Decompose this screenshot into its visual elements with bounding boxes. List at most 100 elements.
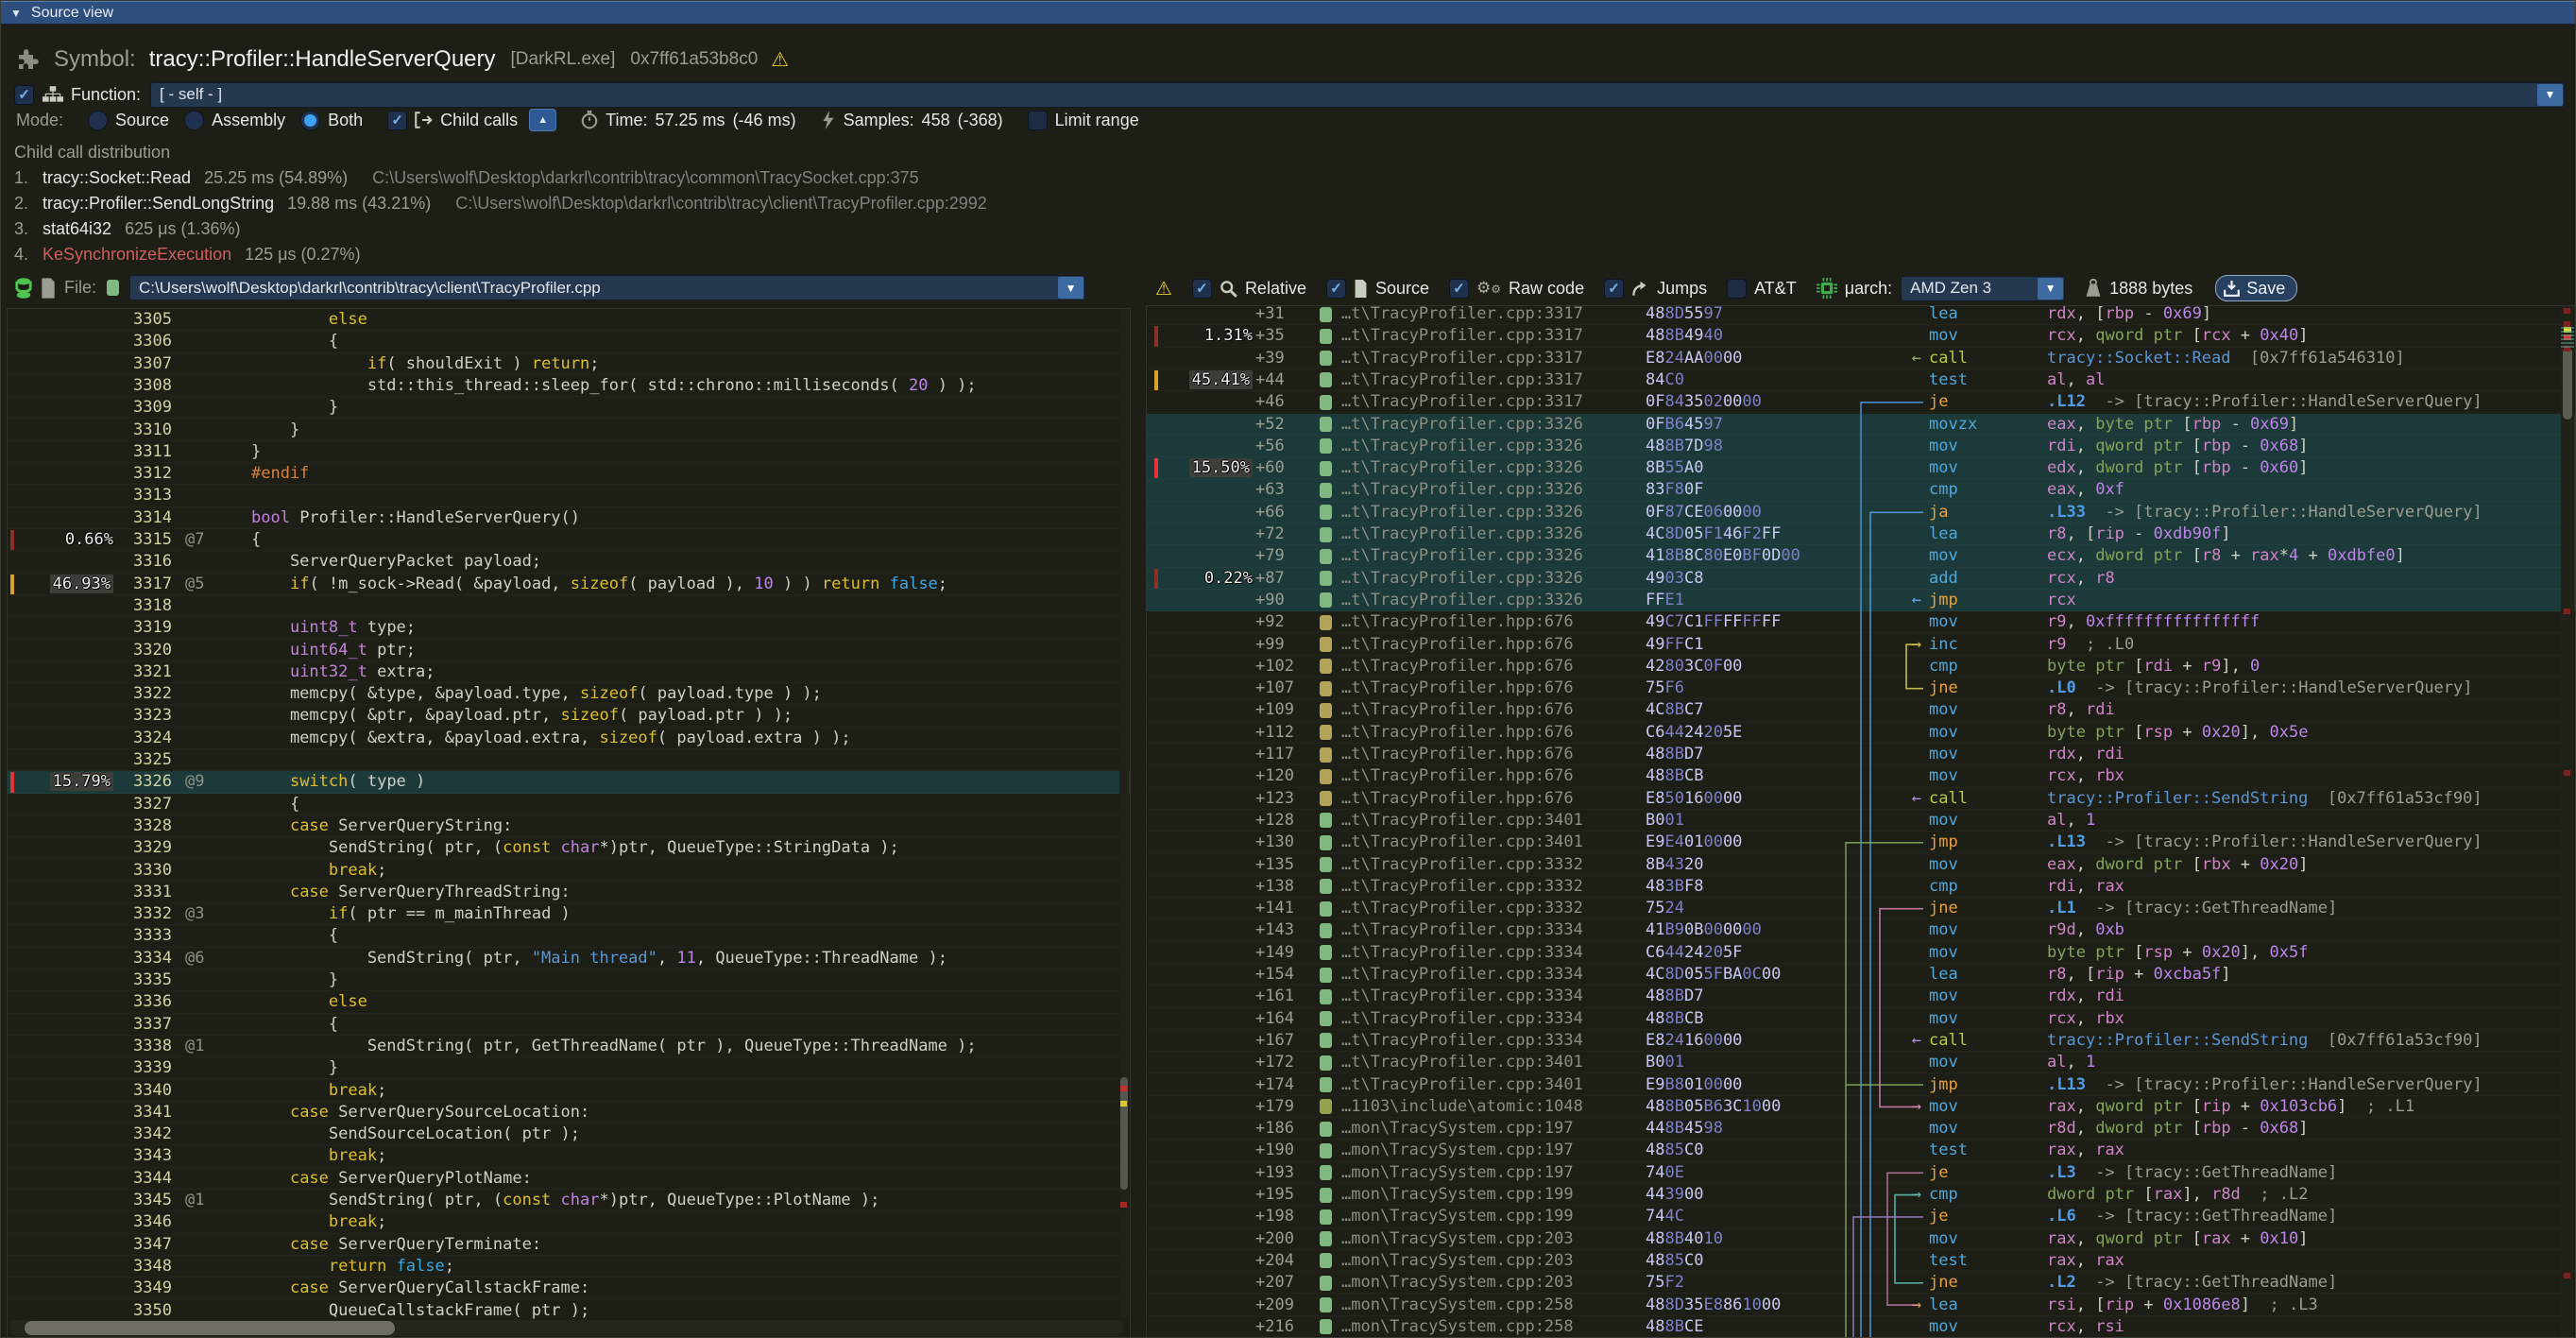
- source-line-row[interactable]: 3337 {: [8, 1014, 1130, 1036]
- asm-row[interactable]: +209 …mon\TracySystem.cpp:258 488D35E886…: [1147, 1295, 2576, 1316]
- source-line-row[interactable]: 3305 else: [8, 309, 1130, 331]
- asm-row[interactable]: +39 …t\TracyProfiler.cpp:3317 E824AA0000…: [1147, 348, 2576, 369]
- source-line-row[interactable]: 3332@3 if( ptr == m_mainThread ): [8, 903, 1130, 925]
- asm-row[interactable]: +46 …t\TracyProfiler.cpp:3317 0F84350200…: [1147, 391, 2576, 413]
- asm-row[interactable]: +172 …t\TracyProfiler.cpp:3401 B001 mov …: [1147, 1052, 2576, 1073]
- source-line-row[interactable]: 3331 case ServerQueryThreadString:: [8, 882, 1130, 903]
- child-call-row[interactable]: 4. KeSynchronizeExecution 125 μs (0.27%): [14, 242, 1903, 267]
- save-button[interactable]: Save: [2215, 275, 2297, 301]
- asm-row[interactable]: +120 …t\TracyProfiler.hpp:676 488BCB mov…: [1147, 765, 2576, 787]
- asm-row[interactable]: +107 …t\TracyProfiler.hpp:676 75F6 jne .…: [1147, 678, 2576, 699]
- att-checkbox[interactable]: ✓ AT&T: [1727, 279, 1797, 299]
- asm-row[interactable]: 0.22% +87 …t\TracyProfiler.cpp:3326 4903…: [1147, 568, 2576, 590]
- asm-row[interactable]: +52 …t\TracyProfiler.cpp:3326 0FB64597 m…: [1147, 414, 2576, 436]
- radio-both[interactable]: Both: [300, 111, 363, 130]
- source-line-row[interactable]: 3314 bool Profiler::HandleServerQuery(): [8, 507, 1130, 529]
- source-vertical-scrollbar[interactable]: [1119, 309, 1129, 1318]
- source-line-row[interactable]: 3349 case ServerQueryCallstackFrame:: [8, 1278, 1130, 1299]
- source-line-row[interactable]: 3346 break;: [8, 1211, 1130, 1233]
- asm-row[interactable]: +135 …t\TracyProfiler.cpp:3332 8B4320 mo…: [1147, 854, 2576, 876]
- asm-row[interactable]: +179 …1103\include\atomic:1048 488B05B63…: [1147, 1096, 2576, 1118]
- asm-row[interactable]: +216 …mon\TracySystem.cpp:258 488BCE mov…: [1147, 1316, 2576, 1338]
- asm-row[interactable]: +149 …t\TracyProfiler.cpp:3334 C64424205…: [1147, 942, 2576, 964]
- asm-row[interactable]: +186 …mon\TracySystem.cpp:197 448B4598 m…: [1147, 1118, 2576, 1140]
- source-line-row[interactable]: 3341 case ServerQuerySourceLocation:: [8, 1102, 1130, 1124]
- asm-row[interactable]: +123 …t\TracyProfiler.hpp:676 E850160000…: [1147, 788, 2576, 810]
- asm-row[interactable]: +112 …t\TracyProfiler.hpp:676 C64424205E…: [1147, 722, 2576, 744]
- source-line-row[interactable]: 3310 }: [8, 420, 1130, 441]
- scrollbar-thumb[interactable]: [2563, 348, 2572, 420]
- source-line-row[interactable]: 3309 }: [8, 397, 1130, 419]
- asm-row[interactable]: +143 …t\TracyProfiler.cpp:3334 41B90B000…: [1147, 919, 2576, 941]
- source-line-row[interactable]: 3339 }: [8, 1057, 1130, 1079]
- source-line-row[interactable]: 46.93%3317@5 if( !m_sock->Read( &payload…: [8, 574, 1130, 595]
- child-calls-checkbox[interactable]: ✓ Child calls: [387, 111, 518, 130]
- asm-row[interactable]: +161 …t\TracyProfiler.cpp:3334 488BD7 mo…: [1147, 986, 2576, 1007]
- asm-row[interactable]: +195 …mon\TracySystem.cpp:199 443900→ cm…: [1147, 1184, 2576, 1206]
- asm-row[interactable]: +141 …t\TracyProfiler.cpp:3332 7524 jne …: [1147, 898, 2576, 919]
- asm-row[interactable]: +190 …mon\TracySystem.cpp:197 4885C0 tes…: [1147, 1140, 2576, 1161]
- asm-row[interactable]: +79 …t\TracyProfiler.cpp:3326 418B8C80E0…: [1147, 545, 2576, 567]
- asm-row[interactable]: +72 …t\TracyProfiler.cpp:3326 4C8D05F146…: [1147, 523, 2576, 545]
- source-checkbox[interactable]: ✓ Source: [1326, 279, 1429, 299]
- source-line-row[interactable]: 3350 QueueCallstackFrame( ptr );: [8, 1300, 1130, 1322]
- asm-row[interactable]: +130 …t\TracyProfiler.cpp:3401 E9E401000…: [1147, 832, 2576, 853]
- relative-checkbox[interactable]: ✓ Relative: [1192, 279, 1306, 299]
- chevron-down-icon[interactable]: ▼: [2537, 84, 2563, 106]
- asm-row[interactable]: +164 …t\TracyProfiler.cpp:3334 488BCB mo…: [1147, 1008, 2576, 1030]
- source-line-row[interactable]: 3347 case ServerQueryTerminate:: [8, 1234, 1130, 1256]
- source-line-row[interactable]: 3311 }: [8, 441, 1130, 463]
- uarch-combo[interactable]: AMD Zen 3 ▼: [1901, 276, 2065, 301]
- asm-row[interactable]: +128 …t\TracyProfiler.cpp:3401 B001 mov …: [1147, 810, 2576, 832]
- source-line-row[interactable]: 3312 #endif: [8, 463, 1130, 485]
- source-line-row[interactable]: 3342 SendSourceLocation( ptr );: [8, 1124, 1130, 1145]
- asm-row[interactable]: 15.50% +60 …t\TracyProfiler.cpp:3326 8B5…: [1147, 457, 2576, 479]
- jumps-checkbox[interactable]: ✓ Jumps: [1604, 279, 1707, 299]
- file-combo[interactable]: C:\Users\wolf\Desktop\darkrl\contrib\tra…: [129, 275, 1085, 300]
- source-line-row[interactable]: 3307 if( shouldExit ) return;: [8, 353, 1130, 375]
- asm-row[interactable]: 45.41% +44 …t\TracyProfiler.cpp:3317 84C…: [1147, 369, 2576, 391]
- asm-row[interactable]: +92 …t\TracyProfiler.hpp:676 49C7C1FFFFF…: [1147, 611, 2576, 633]
- asm-row[interactable]: +198 …mon\TracySystem.cpp:199 744C je .L…: [1147, 1206, 2576, 1227]
- source-line-row[interactable]: 15.79%3326@9 switch( type ): [8, 771, 1130, 793]
- source-line-row[interactable]: 3329 SendString( ptr, (const char*)ptr, …: [8, 837, 1130, 859]
- chevron-down-icon[interactable]: ▼: [1058, 277, 1083, 299]
- chevron-down-icon[interactable]: ▼: [2038, 278, 2063, 300]
- asm-row[interactable]: +174 …t\TracyProfiler.cpp:3401 E9B801000…: [1147, 1074, 2576, 1096]
- source-line-row[interactable]: 3345@1 SendString( ptr, (const char*)ptr…: [8, 1190, 1130, 1211]
- asm-row[interactable]: +63 …t\TracyProfiler.cpp:3326 83F80F cmp…: [1147, 479, 2576, 501]
- source-line-row[interactable]: 3319 uint8_t type;: [8, 617, 1130, 639]
- asm-row[interactable]: 1.31% +35 …t\TracyProfiler.cpp:3317 488B…: [1147, 325, 2576, 347]
- source-line-row[interactable]: 3334@6 SendString( ptr, "Main thread", 1…: [8, 948, 1130, 969]
- source-line-row[interactable]: 3323 memcpy( &ptr, &payload.ptr, sizeof(…: [8, 705, 1130, 727]
- source-line-row[interactable]: 3343 break;: [8, 1145, 1130, 1167]
- source-line-row[interactable]: 3333 {: [8, 925, 1130, 947]
- source-line-row[interactable]: 3313: [8, 485, 1130, 506]
- source-line-row[interactable]: 3308 std::this_thread::sleep_for( std::c…: [8, 375, 1130, 397]
- asm-row[interactable]: +31 …t\TracyProfiler.cpp:3317 488D5597 l…: [1147, 305, 2576, 325]
- radio-source[interactable]: Source: [88, 111, 169, 130]
- asm-row[interactable]: +66 …t\TracyProfiler.cpp:3326 0F87CE0600…: [1147, 502, 2576, 523]
- source-line-row[interactable]: 3306 {: [8, 331, 1130, 352]
- child-call-row[interactable]: 3. stat64i32 625 μs (1.36%): [14, 216, 1903, 242]
- child-call-row[interactable]: 2. tracy::Profiler::SendLongString 19.88…: [14, 191, 1903, 216]
- source-line-row[interactable]: 3338@1 SendString( ptr, GetThreadName( p…: [8, 1036, 1130, 1057]
- scrollbar-thumb[interactable]: [25, 1321, 395, 1335]
- source-line-row[interactable]: 3330 break;: [8, 860, 1130, 882]
- assembly-vertical-scrollbar[interactable]: [2561, 306, 2574, 1338]
- source-line-row[interactable]: 3321 uint32_t extra;: [8, 661, 1130, 683]
- source-horizontal-scrollbar[interactable]: [9, 1320, 1124, 1336]
- asm-row[interactable]: +167 …t\TracyProfiler.cpp:3334 E82416000…: [1147, 1030, 2576, 1052]
- source-line-row[interactable]: 0.66%3315@7 {: [8, 529, 1130, 551]
- source-line-row[interactable]: 3322 memcpy( &type, &payload.type, sizeo…: [8, 683, 1130, 705]
- asm-row[interactable]: +193 …mon\TracySystem.cpp:197 740E je .L…: [1147, 1162, 2576, 1184]
- radio-assembly[interactable]: Assembly: [184, 111, 285, 130]
- source-line-row[interactable]: 3320 uint64_t ptr;: [8, 640, 1130, 661]
- source-line-row[interactable]: 3324 memcpy( &extra, &payload.extra, siz…: [8, 728, 1130, 749]
- source-line-row[interactable]: 3318: [8, 595, 1130, 617]
- asm-row[interactable]: +109 …t\TracyProfiler.hpp:676 4C8BC7 mov…: [1147, 699, 2576, 721]
- source-line-row[interactable]: 3340 break;: [8, 1080, 1130, 1102]
- asm-row[interactable]: +102 …t\TracyProfiler.hpp:676 42803C0F00…: [1147, 656, 2576, 678]
- asm-row[interactable]: +56 …t\TracyProfiler.cpp:3326 488B7D98 m…: [1147, 436, 2576, 457]
- raw-code-checkbox[interactable]: ✓ ⚙⚙ Raw code: [1449, 279, 1584, 299]
